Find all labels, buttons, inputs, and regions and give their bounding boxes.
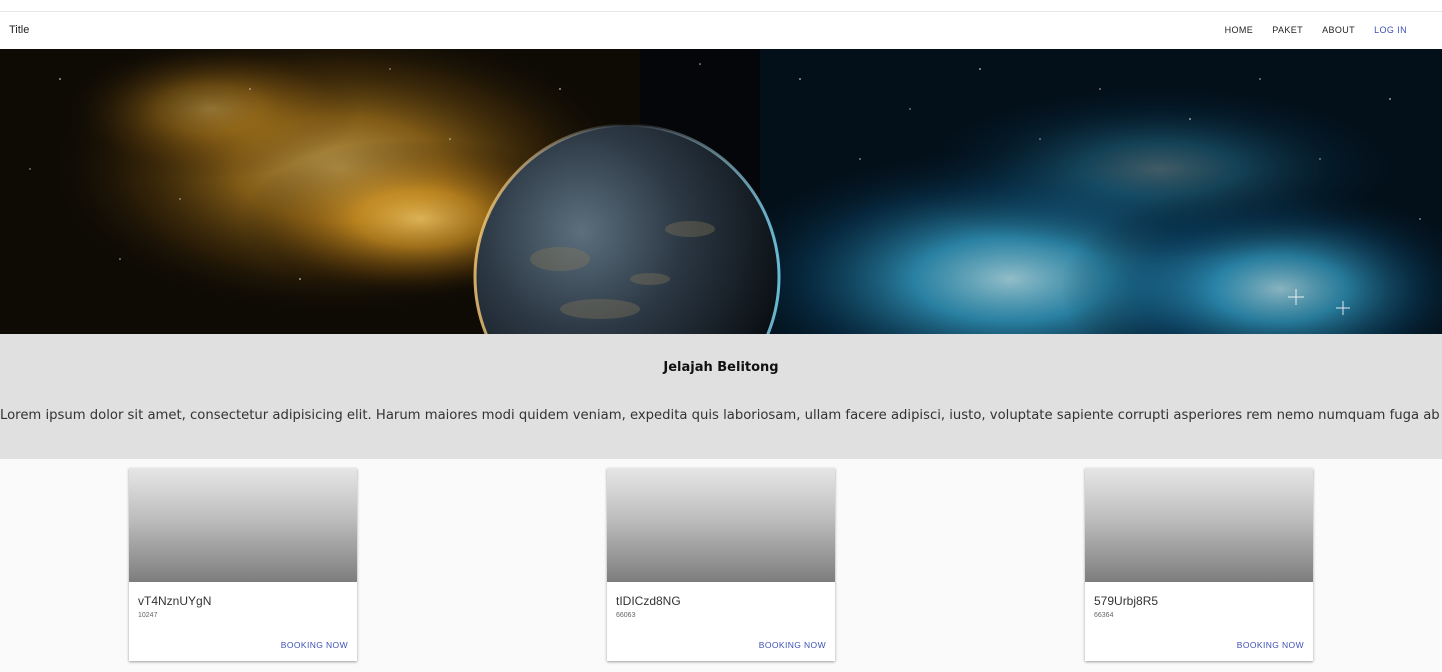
card-image-placeholder xyxy=(129,468,357,582)
hero-banner-image xyxy=(0,49,1442,334)
card-subtitle: 10247 xyxy=(138,612,158,619)
booking-now-button[interactable]: BOOKING NOW xyxy=(281,640,348,650)
card-subtitle: 66364 xyxy=(1094,612,1114,619)
card-subtitle: 66063 xyxy=(616,612,636,619)
nav-home-link[interactable]: HOME xyxy=(1225,25,1254,35)
intro-heading: Jelajah Belitong xyxy=(663,360,779,375)
card-title: tIDICzd8NG xyxy=(616,594,681,608)
card-title: vT4NznUYgN xyxy=(138,594,212,608)
nav-paket-link[interactable]: PAKET xyxy=(1272,25,1303,35)
card-title: 579Urbj8R5 xyxy=(1094,594,1159,608)
space-planet-illustration xyxy=(0,49,1442,334)
booking-now-button[interactable]: BOOKING NOW xyxy=(1237,640,1304,650)
card-image-placeholder xyxy=(607,468,835,582)
nav-about-link[interactable]: ABOUT xyxy=(1322,25,1355,35)
app-bar: Title HOME PAKET ABOUT LOG IN xyxy=(0,12,1442,49)
nav-menu: HOME PAKET ABOUT LOG IN xyxy=(1225,25,1407,35)
package-cards-section: vT4NznUYgN 10247 BOOKING NOW tIDICzd8NG … xyxy=(0,459,1442,672)
package-card: 579Urbj8R5 66364 BOOKING NOW xyxy=(1085,468,1313,661)
nav-login-link[interactable]: LOG IN xyxy=(1374,25,1407,35)
card-image-placeholder xyxy=(1085,468,1313,582)
intro-section: Jelajah Belitong Lorem ipsum dolor sit a… xyxy=(0,334,1442,459)
package-card: vT4NznUYgN 10247 BOOKING NOW xyxy=(129,468,357,661)
booking-now-button[interactable]: BOOKING NOW xyxy=(759,640,826,650)
package-card: tIDICzd8NG 66063 BOOKING NOW xyxy=(607,468,835,661)
intro-text: Lorem ipsum dolor sit amet, consectetur … xyxy=(0,408,1442,423)
top-border xyxy=(0,0,1442,12)
app-title[interactable]: Title xyxy=(9,24,29,36)
